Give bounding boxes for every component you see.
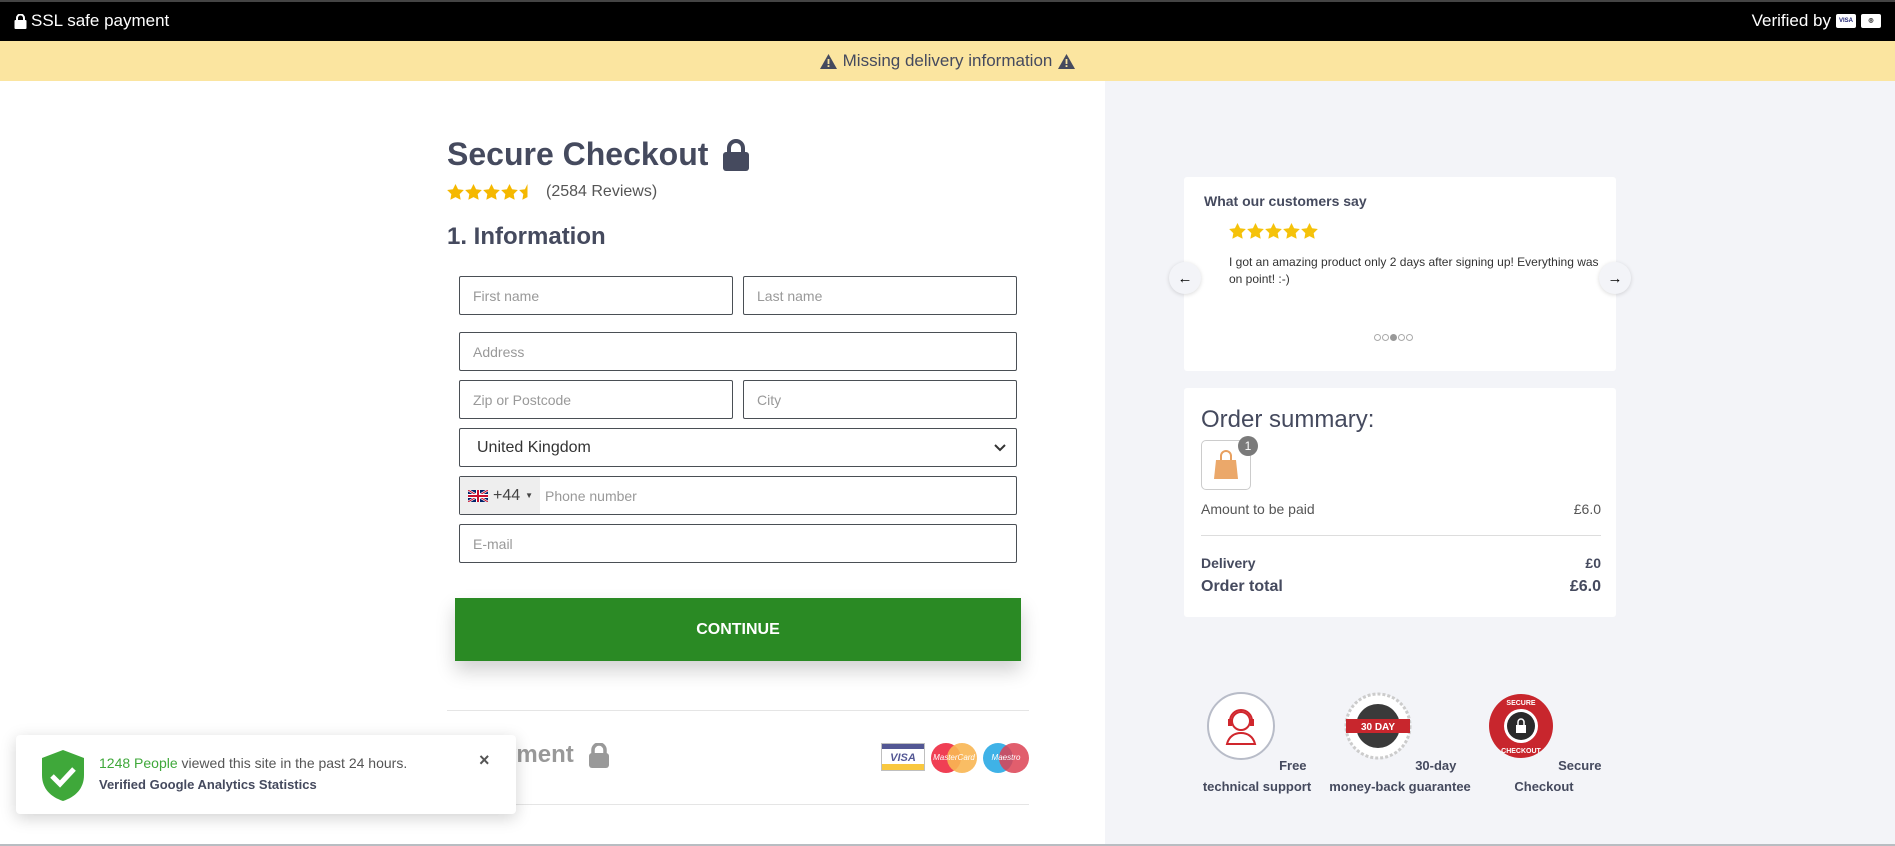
lock-icon [588,742,609,768]
review-stars [1229,223,1318,239]
verified-label: Verified by [1751,11,1831,30]
secure-checkout-badge-icon: SECURE CHECKOUT [1488,694,1553,758]
uk-flag-icon [468,489,488,502]
reviews-count: (2584 Reviews) [546,183,658,200]
carousel-dot[interactable] [1406,334,1413,341]
money-back-badge-icon: 30 DAY [1344,692,1412,760]
divider [447,804,1029,805]
amount-row: Amount to be paid £6.0 [1201,501,1601,517]
shopping-bag-icon [1214,450,1238,479]
toast-subtext: Verified Google Analytics Statistics [99,777,317,792]
star-icon [1247,223,1264,239]
top-bar: SSL safe payment Verified by VISA ◎ [0,0,1895,41]
arrow-right-icon: → [1607,269,1623,287]
ssl-label: SSL safe payment [31,11,170,30]
missing-info-banner: Missing delivery information [0,41,1895,81]
first-name-input[interactable]: First name [459,276,733,315]
star-icon [465,184,482,200]
warning-text: Missing delivery information [842,51,1053,70]
visa-logo-icon: VISA [1836,14,1856,28]
lock-icon [14,13,27,29]
trust-badge-money-back: 30 DAY 30-day money-back guarantee [1325,692,1475,797]
phone-input[interactable]: +44 ▼ Phone number [459,476,1017,515]
trust-badge-secure-checkout: SECURE CHECKOUT Secure Checkout [1469,692,1619,797]
carousel-dot[interactable] [1398,334,1405,341]
item-count-badge: 1 [1238,436,1258,456]
lock-icon [723,138,750,171]
caret-down-icon: ▼ [525,491,534,500]
last-name-input[interactable]: Last name [743,276,1017,315]
close-icon[interactable]: × [479,750,490,771]
payment-logos: VISA MasterCard Maestro [881,743,1029,773]
order-summary: Order summary: 1 Amount to be paid £6.0 … [1184,388,1616,617]
carousel-prev-button[interactable]: ← [1169,262,1201,294]
divider [447,710,1029,711]
mastercard-logo-icon: ◎ [1861,14,1881,28]
order-total-row: Order total £6.0 [1201,578,1601,595]
carousel-dot-active[interactable] [1390,334,1397,341]
analytics-toast: 1248 People viewed this site in the past… [16,735,516,814]
section-title-information: 1. Information [447,223,606,250]
star-icon [1229,223,1246,239]
mastercard-logo-icon: MasterCard [931,743,977,773]
toast-message: 1248 People viewed this site in the past… [99,755,408,771]
star-icon [447,184,464,200]
delivery-row: Delivery £0 [1201,555,1601,571]
email-input[interactable]: E-mail [459,524,1017,563]
chevron-down-icon [994,443,1006,451]
cart-item: 1 [1201,436,1258,490]
phone-country-code-select[interactable]: +44 ▼ [460,477,540,514]
country-select[interactable]: United Kingdom [459,428,1017,467]
carousel-dot[interactable] [1382,334,1389,341]
rating: (2584 Reviews) [447,183,657,201]
review-text: I got an amazing product only 2 days aft… [1229,255,1599,286]
star-half-icon [519,184,528,200]
star-icon [1265,223,1282,239]
svg-text:CHECKOUT: CHECKOUT [1501,748,1541,755]
carousel-dot[interactable] [1374,334,1381,341]
reviews-title: What our customers say [1204,193,1367,209]
warning-triangle-icon [1058,53,1076,69]
headset-support-icon [1207,692,1276,760]
continue-button[interactable]: CONTINUE [455,598,1021,661]
visa-logo-icon: VISA [881,743,925,771]
rating-stars [447,184,536,200]
address-input[interactable]: Address [459,332,1017,371]
maestro-logo-icon: Maestro [983,743,1029,773]
trust-badge-support: Free technical support [1182,692,1332,797]
star-icon [1301,223,1318,239]
carousel-next-button[interactable]: → [1599,262,1631,294]
svg-text:30 DAY: 30 DAY [1361,722,1395,733]
city-input[interactable]: City [743,380,1017,419]
star-icon [501,184,518,200]
zip-input[interactable]: Zip or Postcode [459,380,733,419]
arrow-left-icon: ← [1177,269,1193,287]
carousel-dots [1374,334,1413,341]
page-title: Secure Checkout [447,136,750,173]
warning-triangle-icon [819,53,837,69]
reviews-carousel: What our customers say I got an amazing … [1184,177,1616,371]
order-summary-title: Order summary: [1201,406,1375,433]
divider [1201,535,1601,536]
svg-text:SECURE: SECURE [1506,700,1536,707]
star-icon [483,184,500,200]
star-icon [1283,223,1300,239]
shield-check-icon [42,750,84,801]
